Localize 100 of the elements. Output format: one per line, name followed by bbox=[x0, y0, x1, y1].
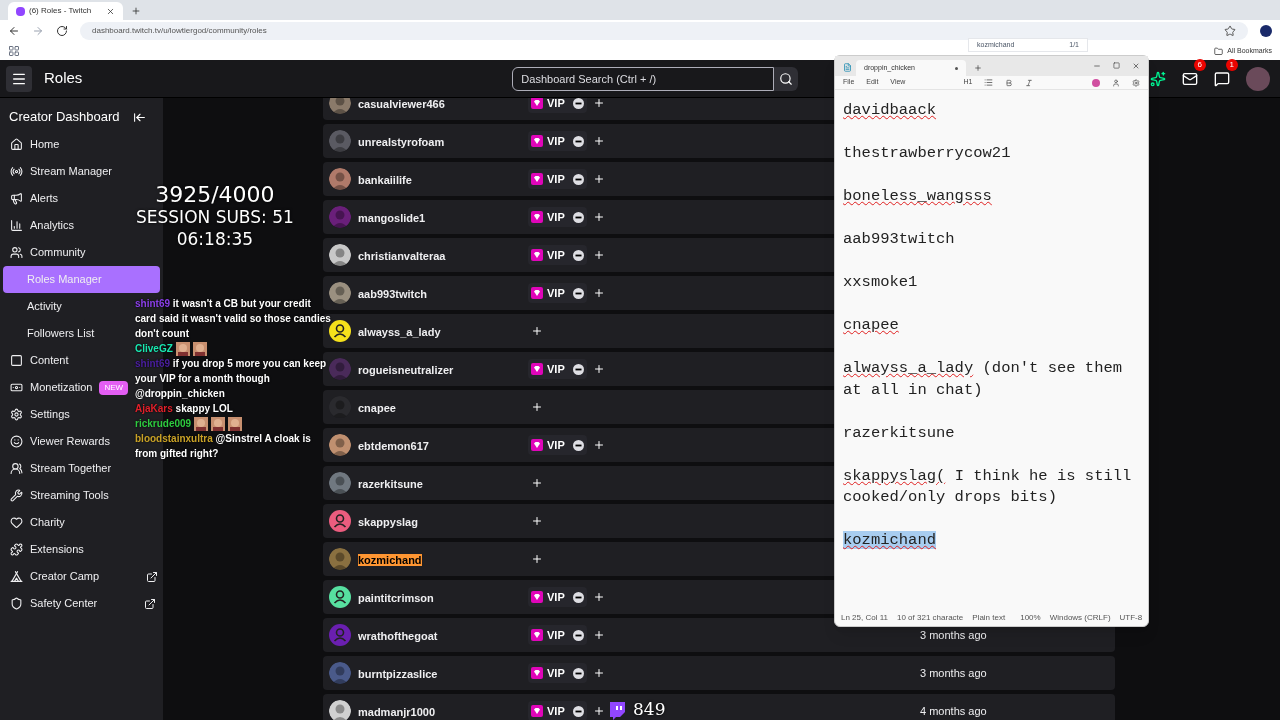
add-role-icon[interactable] bbox=[592, 249, 605, 261]
apps-icon[interactable] bbox=[8, 45, 20, 57]
italic-icon[interactable] bbox=[1025, 78, 1034, 87]
whispers-icon[interactable] bbox=[1214, 70, 1230, 87]
add-role-icon[interactable] bbox=[592, 173, 605, 185]
sparkle-icon[interactable] bbox=[1150, 70, 1166, 87]
vip-label: VIP bbox=[547, 98, 565, 111]
add-role-icon[interactable] bbox=[592, 439, 605, 451]
add-role-icon[interactable] bbox=[531, 477, 543, 489]
add-role-icon[interactable] bbox=[531, 515, 543, 527]
address-bar[interactable]: dashboard.twitch.tv/u/lowtiergod/community/roles bbox=[80, 22, 1248, 40]
username[interactable]: razerkitsune bbox=[358, 478, 423, 490]
collapse-icon[interactable] bbox=[133, 110, 146, 124]
sidebar-item[interactable]: Settings bbox=[3, 401, 74, 428]
add-role-icon[interactable] bbox=[592, 591, 605, 603]
settings-icon[interactable] bbox=[1132, 78, 1140, 87]
sidebar-item[interactable]: Creator Camp bbox=[3, 563, 163, 590]
username[interactable]: rogueisneutralizer bbox=[358, 364, 454, 376]
remove-role-icon[interactable] bbox=[572, 629, 584, 641]
username[interactable]: aab993twitch bbox=[358, 288, 428, 300]
bookmark-icon[interactable] bbox=[1224, 25, 1236, 37]
sidebar-item[interactable]: Viewer Rewards bbox=[3, 428, 114, 455]
add-role-icon[interactable] bbox=[592, 629, 605, 641]
sidebar-item[interactable]: Content bbox=[3, 347, 73, 374]
sidebar-item[interactable]: Charity bbox=[3, 509, 69, 536]
chat-message: bloodstainxultra @Sinstrel A cloak is from gifted right? bbox=[135, 432, 312, 461]
add-role-icon[interactable] bbox=[592, 667, 605, 679]
sidebar-item[interactable]: Followers List bbox=[3, 320, 99, 347]
add-role-icon[interactable] bbox=[592, 135, 605, 147]
sidebar-item[interactable]: Streaming Tools bbox=[3, 482, 113, 509]
remove-role-icon[interactable] bbox=[572, 439, 584, 451]
sidebar-item[interactable]: Home bbox=[3, 131, 64, 158]
username[interactable]: kozmichand bbox=[358, 554, 422, 566]
profile-avatar[interactable] bbox=[1260, 25, 1272, 37]
username[interactable]: mangoslide1 bbox=[358, 212, 426, 224]
account-icon[interactable] bbox=[1112, 78, 1120, 87]
sidebar-item[interactable]: Extensions bbox=[3, 536, 88, 563]
community-icon bbox=[10, 246, 23, 259]
search-field[interactable]: Dashboard Search (Ctrl + /) bbox=[512, 66, 775, 91]
back-icon[interactable] bbox=[8, 25, 20, 37]
new-tab-icon[interactable] bbox=[131, 6, 141, 16]
close-icon[interactable] bbox=[1132, 62, 1140, 70]
sidebar-item[interactable]: Activity bbox=[3, 293, 66, 320]
sidebar-item[interactable]: Community bbox=[3, 239, 90, 266]
remove-role-icon[interactable] bbox=[572, 287, 584, 299]
add-role-icon[interactable] bbox=[592, 363, 605, 375]
analytics-icon bbox=[10, 219, 23, 232]
username[interactable]: bankaiilife bbox=[358, 174, 412, 186]
settings-icon bbox=[10, 408, 23, 421]
username[interactable]: paintitcrimson bbox=[358, 592, 434, 604]
add-role-icon[interactable] bbox=[531, 401, 543, 413]
search-button[interactable] bbox=[774, 66, 799, 91]
vip-label: VIP bbox=[547, 171, 565, 187]
sidebar-item[interactable]: Alerts bbox=[3, 185, 63, 212]
close-icon[interactable] bbox=[106, 6, 115, 16]
add-role-icon[interactable] bbox=[531, 553, 543, 565]
add-role-icon[interactable] bbox=[592, 98, 605, 109]
remove-role-icon[interactable] bbox=[572, 705, 584, 717]
sidebar-item[interactable]: Stream Together bbox=[3, 455, 116, 482]
notepad-icon bbox=[843, 63, 852, 72]
remove-role-icon[interactable] bbox=[572, 667, 584, 679]
username[interactable]: burntpizzaslice bbox=[358, 668, 438, 680]
inbox-icon[interactable] bbox=[1182, 70, 1198, 87]
folder-icon bbox=[1214, 46, 1224, 56]
maximize-icon[interactable] bbox=[1113, 62, 1120, 69]
add-role-icon[interactable] bbox=[531, 325, 543, 337]
remove-role-icon[interactable] bbox=[572, 98, 584, 109]
bold-icon[interactable] bbox=[1005, 78, 1014, 87]
add-role-icon[interactable] bbox=[592, 705, 605, 717]
username[interactable]: ebtdemon617 bbox=[358, 440, 429, 452]
remove-role-icon[interactable] bbox=[572, 363, 584, 375]
username[interactable]: madmanjr1000 bbox=[358, 706, 436, 718]
remove-role-icon[interactable] bbox=[572, 249, 584, 261]
sidebar-item[interactable]: Stream Manager bbox=[3, 158, 116, 185]
username[interactable]: wrathofthegoat bbox=[358, 630, 438, 642]
status-item: Windows (CRLF) bbox=[1049, 612, 1111, 624]
remove-role-icon[interactable] bbox=[572, 135, 584, 147]
username[interactable]: alwayss_a_lady bbox=[358, 326, 441, 338]
sidebar-item[interactable]: Monetization NEW bbox=[3, 374, 133, 401]
username[interactable]: cnapee bbox=[358, 402, 396, 414]
new-badge: NEW bbox=[99, 380, 129, 395]
add-role-icon[interactable] bbox=[592, 287, 605, 299]
sidebar-item[interactable]: Analytics bbox=[3, 212, 79, 239]
username[interactable]: christianvalteraa bbox=[358, 250, 446, 262]
list-icon[interactable] bbox=[984, 78, 994, 87]
gem-icon bbox=[531, 98, 543, 109]
menu-button[interactable] bbox=[6, 65, 32, 92]
username[interactable]: casualviewer466 bbox=[358, 98, 445, 110]
browser-tab[interactable]: (6) Roles - Twitch bbox=[8, 2, 123, 20]
remove-role-icon[interactable] bbox=[572, 211, 584, 223]
reload-icon[interactable] bbox=[56, 25, 68, 37]
add-role-icon[interactable] bbox=[592, 211, 605, 223]
sidebar-item[interactable]: Safety Center bbox=[3, 590, 161, 617]
gem-icon bbox=[531, 135, 543, 147]
remove-role-icon[interactable] bbox=[572, 173, 584, 185]
username[interactable]: unrealstyrofoam bbox=[358, 136, 445, 148]
note-line: xxsmoke1 bbox=[843, 272, 919, 293]
username[interactable]: skappyslag bbox=[358, 516, 418, 528]
new-tab-icon[interactable] bbox=[974, 64, 982, 72]
remove-role-icon[interactable] bbox=[572, 591, 584, 603]
